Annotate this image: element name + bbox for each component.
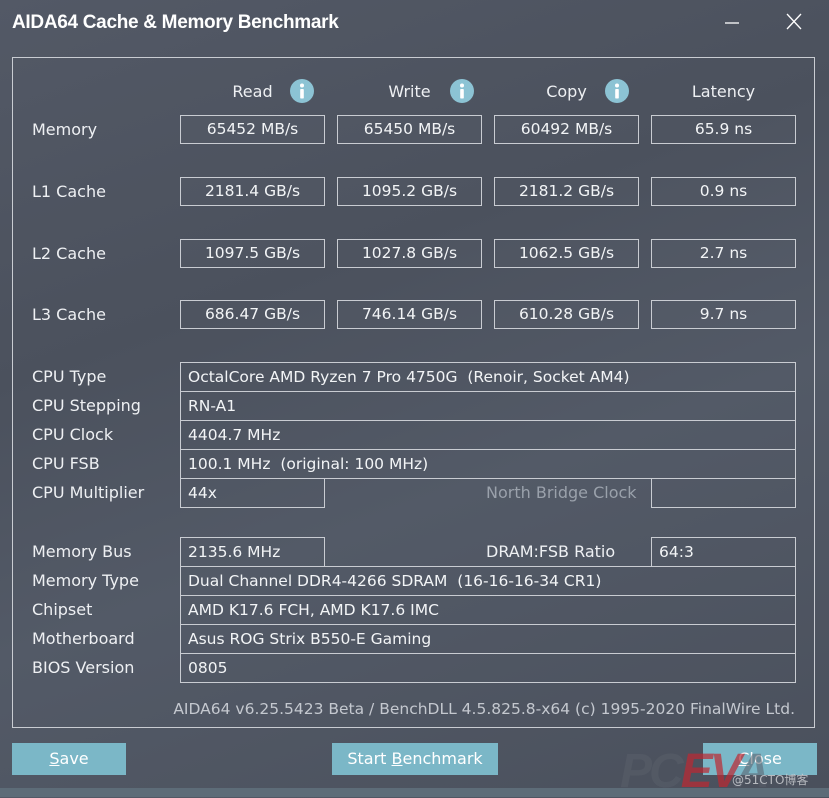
- l1-latency-value: 0.9 ns: [651, 177, 796, 206]
- save-mnemonic: S: [49, 749, 60, 768]
- l3-latency-value: 9.7 ns: [651, 300, 796, 329]
- memory-bus-field: 2135.6 MHz: [180, 537, 325, 567]
- row-label: L1 Cache: [32, 182, 106, 201]
- l3-write-value: 746.14 GB/s: [337, 300, 482, 329]
- motherboard-label: Motherboard: [32, 629, 135, 648]
- chipset-field: AMD K17.6 FCH, AMD K17.6 IMC: [180, 595, 796, 625]
- memory-bus-label: Memory Bus: [32, 542, 132, 561]
- source-watermark: @51CTO博客: [732, 773, 809, 787]
- minimize-icon: [725, 22, 739, 24]
- memory-type-field: Dual Channel DDR4-4266 SDRAM (16-16-16-3…: [180, 566, 796, 596]
- start-benchmark-button[interactable]: Start Benchmark: [332, 743, 498, 775]
- l1-copy-value: 2181.2 GB/s: [494, 177, 639, 206]
- memory-latency-value: 65.9 ns: [651, 115, 796, 144]
- cpu-clock-field: 4404.7 MHz: [180, 420, 796, 450]
- close-icon: [786, 13, 802, 30]
- cpu-multiplier-label: CPU Multiplier: [32, 483, 145, 502]
- cpu-type-label: CPU Type: [32, 367, 107, 386]
- l2-write-value: 1027.8 GB/s: [337, 239, 482, 268]
- bios-version-field: 0805: [180, 653, 796, 683]
- start-benchmark-label: enchmark: [402, 749, 483, 768]
- l1-write-value: 1095.2 GB/s: [337, 177, 482, 206]
- start-benchmark-mnemonic: B: [391, 749, 403, 768]
- window-title: AIDA64 Cache & Memory Benchmark: [12, 12, 339, 33]
- cpu-type-field: OctalCore AMD Ryzen 7 Pro 4750G (Renoir,…: [180, 362, 796, 392]
- l2-read-value: 1097.5 GB/s: [180, 239, 325, 268]
- row-label: L2 Cache: [32, 244, 106, 263]
- memory-copy-value: 60492 MB/s: [494, 115, 639, 144]
- cpu-clock-label: CPU Clock: [32, 425, 114, 444]
- memory-read-value: 65452 MB/s: [180, 115, 325, 144]
- north-bridge-clock-label: North Bridge Clock: [486, 483, 637, 502]
- version-info: AIDA64 v6.25.5423 Beta / BenchDLL 4.5.82…: [173, 700, 795, 718]
- dram-fsb-ratio-label: DRAM:FSB Ratio: [486, 542, 616, 561]
- copy-info-icon[interactable]: [605, 79, 629, 103]
- save-label: ave: [59, 749, 89, 768]
- l3-copy-value: 610.28 GB/s: [494, 300, 639, 329]
- motherboard-field: Asus ROG Strix B550-E Gaming: [180, 624, 796, 654]
- minimize-button[interactable]: [714, 8, 750, 36]
- dram-fsb-ratio-field: 64:3: [651, 537, 796, 567]
- close-window-button[interactable]: [776, 8, 812, 36]
- chipset-label: Chipset: [32, 600, 93, 619]
- bottom-edge: [0, 788, 829, 797]
- memory-type-label: Memory Type: [32, 571, 139, 590]
- column-header-latency: Latency: [691, 82, 756, 101]
- cpu-multiplier-field: 44x: [180, 478, 325, 508]
- l3-read-value: 686.47 GB/s: [180, 300, 325, 329]
- write-info-icon[interactable]: [450, 79, 474, 103]
- l2-latency-value: 2.7 ns: [651, 239, 796, 268]
- row-label: L3 Cache: [32, 305, 106, 324]
- memory-write-value: 65450 MB/s: [337, 115, 482, 144]
- start-benchmark-label-prefix: Start: [347, 749, 392, 768]
- row-label: Memory: [32, 120, 98, 139]
- save-button[interactable]: Save: [12, 743, 126, 775]
- north-bridge-clock-field: [651, 478, 796, 508]
- cpu-stepping-label: CPU Stepping: [32, 396, 141, 415]
- read-info-icon[interactable]: [290, 79, 314, 103]
- cpu-fsb-label: CPU FSB: [32, 454, 100, 473]
- cpu-stepping-field: RN-A1: [180, 391, 796, 421]
- bios-version-label: BIOS Version: [32, 658, 135, 677]
- l1-read-value: 2181.4 GB/s: [180, 177, 325, 206]
- cpu-fsb-field: 100.1 MHz (original: 100 MHz): [180, 449, 796, 479]
- l2-copy-value: 1062.5 GB/s: [494, 239, 639, 268]
